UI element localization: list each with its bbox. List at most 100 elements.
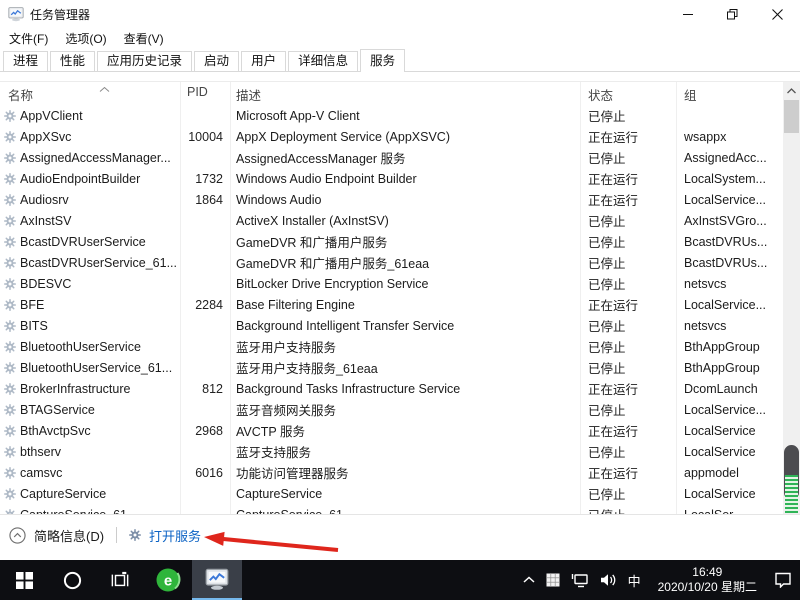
green-browser-icon: e [155, 567, 181, 593]
tab-app-history[interactable]: 应用历史记录 [97, 51, 192, 71]
service-group: LocalService... [676, 193, 783, 207]
service-row[interactable]: BTAGService蓝牙音频网关服务已停止LocalService... [0, 399, 783, 420]
tab-details[interactable]: 详细信息 [288, 51, 358, 71]
service-row[interactable]: BDESVC BitLocker Drive Encryption Service… [0, 273, 783, 294]
service-description: 蓝牙音频网关服务 [230, 400, 580, 419]
volume-icon[interactable] [600, 573, 617, 587]
service-status: 正在运行 [580, 169, 676, 188]
menu-item-file[interactable]: 文件(F) [9, 30, 48, 47]
service-status: 已停止 [580, 442, 676, 461]
service-group: BcastDVRUs... [676, 256, 783, 270]
service-status: 正在运行 [580, 379, 676, 398]
task-view-button[interactable] [96, 560, 144, 600]
service-gear-icon [4, 446, 16, 458]
scrollbar-thumb[interactable] [784, 100, 799, 133]
cortana-circle-icon [63, 571, 82, 590]
service-row[interactable]: BrokerInfrastructure812Background Tasks … [0, 378, 783, 399]
browser-button[interactable]: e [144, 560, 192, 600]
fewer-details-button[interactable]: 简略信息(D) [34, 526, 104, 545]
service-status: 已停止 [580, 211, 676, 230]
service-description: Microsoft App-V Client [230, 109, 580, 123]
service-row[interactable]: CaptureServiceCaptureService已停止LocalServ… [0, 483, 783, 504]
close-button[interactable] [755, 0, 800, 28]
service-group: LocalSystem... [676, 172, 783, 186]
service-pid: 2284 [180, 298, 230, 312]
caption-buttons [665, 0, 800, 28]
column-header-status[interactable]: 状态 [588, 85, 613, 104]
service-row[interactable]: BluetoothUserService_61...蓝牙用户支持服务_61eaa… [0, 357, 783, 378]
cortana-button[interactable] [48, 560, 96, 600]
service-status: 已停止 [580, 274, 676, 293]
service-row[interactable]: AppXSvc10004AppX Deployment Service (App… [0, 126, 783, 147]
service-name: BcastDVRUserService [0, 235, 180, 249]
tab-startup[interactable]: 启动 [194, 51, 239, 71]
service-gear-icon [4, 383, 16, 395]
service-gear-icon [4, 110, 16, 122]
column-header-desc[interactable]: 描述 [236, 85, 261, 104]
task-manager-icon [8, 6, 24, 22]
tab-bar: 进程性能应用历史记录启动用户详细信息服务 [0, 48, 800, 72]
service-row[interactable]: BcastDVRUserService_61...GameDVR 和广播用户服务… [0, 252, 783, 273]
tab-services[interactable]: 服务 [360, 49, 405, 72]
service-row[interactable]: BITS Background Intelligent Transfer Serv… [0, 315, 783, 336]
footer-divider [116, 527, 117, 543]
restore-button[interactable] [710, 0, 755, 28]
titlebar: 任务管理器 [0, 0, 800, 28]
service-row[interactable]: BluetoothUserService蓝牙用户支持服务已停止BthAppGro… [0, 336, 783, 357]
task-manager-taskbar-button[interactable] [192, 560, 242, 600]
service-name: AxInstSV [0, 214, 180, 228]
service-row[interactable]: AssignedAccessManager...AssignedAccessMa… [0, 147, 783, 168]
tab-processes[interactable]: 进程 [3, 51, 48, 71]
tab-performance[interactable]: 性能 [50, 51, 95, 71]
service-description: Background Intelligent Transfer Service [230, 319, 580, 333]
service-name: AudioEndpointBuilder [0, 172, 180, 186]
clock-date: 2020/10/20 星期二 [658, 580, 757, 595]
service-row[interactable]: camsvc6016功能访问管理器服务正在运行appmodel [0, 462, 783, 483]
service-row[interactable]: BFE2284Base Filtering Engine正在运行LocalSer… [0, 294, 783, 315]
service-row[interactable]: AppVClientMicrosoft App-V Client已停止 [0, 105, 783, 126]
service-row[interactable]: BthAvctpSvc2968AVCTP 服务正在运行LocalService [0, 420, 783, 441]
column-header-group[interactable]: 组 [684, 85, 697, 104]
scroll-up-arrow-icon[interactable] [783, 82, 800, 99]
window-title: 任务管理器 [30, 6, 90, 23]
service-description: GameDVR 和广播用户服务 [230, 232, 580, 251]
red-arrow-annotation [190, 525, 350, 557]
column-header-name[interactable]: 名称 [8, 85, 33, 104]
service-name: BDESVC [0, 277, 180, 291]
menu-item-options[interactable]: 选项(O) [65, 30, 106, 47]
service-description: BitLocker Drive Encryption Service [230, 277, 580, 291]
vertical-scrollbar[interactable] [783, 82, 800, 515]
service-name: CaptureService [0, 487, 180, 501]
service-group: wsappx [676, 130, 783, 144]
service-row[interactable]: AxInstSVActiveX Installer (AxInstSV)已停止A… [0, 210, 783, 231]
service-gear-icon [4, 467, 16, 479]
minimize-button[interactable] [665, 0, 710, 28]
service-name: BITS [0, 319, 180, 333]
menu-item-view[interactable]: 查看(V) [124, 30, 164, 47]
service-name: BFE [0, 298, 180, 312]
service-row[interactable]: bthserv蓝牙支持服务已停止LocalService [0, 441, 783, 462]
services-gear-icon [129, 529, 141, 541]
clock[interactable]: 16:49 2020/10/20 星期二 [658, 565, 757, 595]
clock-time: 16:49 [692, 565, 722, 580]
show-hidden-icons-button[interactable] [523, 576, 535, 584]
service-gear-icon [4, 257, 16, 269]
service-pid: 1864 [180, 193, 230, 207]
sort-ascending-icon [99, 82, 110, 96]
service-name: AssignedAccessManager... [0, 151, 180, 165]
service-row[interactable]: Audiosrv1864Windows Audio正在运行LocalServic… [0, 189, 783, 210]
network-icon[interactable] [571, 573, 589, 588]
service-status: 正在运行 [580, 190, 676, 209]
ime-language-indicator[interactable]: 中 [628, 571, 641, 590]
ime-grid-icon[interactable] [546, 573, 560, 587]
tab-users[interactable]: 用户 [241, 51, 286, 71]
service-gear-icon [4, 152, 16, 164]
service-name: BcastDVRUserService_61... [0, 256, 180, 270]
action-center-icon[interactable] [774, 572, 792, 588]
column-header-pid[interactable]: PID [187, 85, 208, 99]
service-row[interactable]: AudioEndpointBuilder1732Windows Audio En… [0, 168, 783, 189]
start-button[interactable] [0, 560, 48, 600]
service-status: 已停止 [580, 400, 676, 419]
screen: 任务管理器 文件(F) 选项(O) 查看(V) 进程性能应用历史记录启动用户详细信息… [0, 0, 800, 600]
service-row[interactable]: BcastDVRUserServiceGameDVR 和广播用户服务已停止Bca… [0, 231, 783, 252]
